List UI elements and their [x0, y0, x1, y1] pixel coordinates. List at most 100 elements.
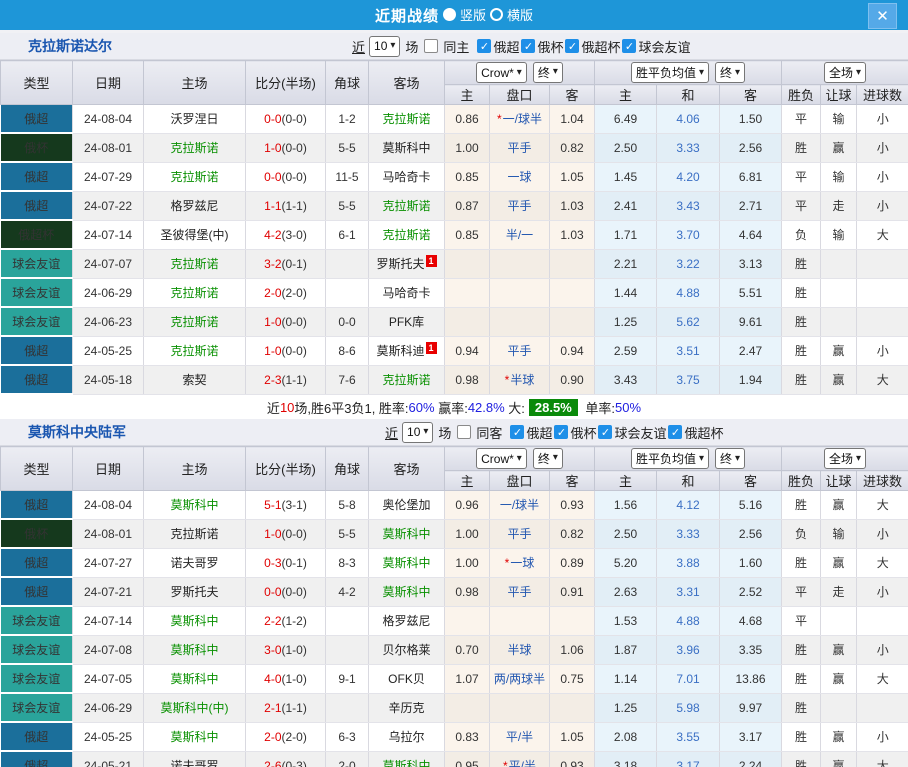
sub-column-header: 客	[720, 85, 782, 105]
handicap-result: 赢	[821, 491, 857, 520]
score: 2-2(1-2)	[246, 606, 326, 635]
halftime-score: (0-0)	[282, 527, 307, 541]
match-date: 24-05-25	[73, 722, 144, 751]
favorite-star-icon: *	[497, 112, 502, 126]
title-group: 近期战绩 竖版横版	[375, 5, 533, 26]
league-filter-checkbox[interactable]: ✓	[510, 425, 524, 439]
close-button[interactable]: ✕	[868, 3, 897, 29]
avg-time-select[interactable]: 终▾	[715, 448, 745, 469]
goals-result: 小	[857, 162, 908, 191]
avg-type-select-value: 胜平负均值	[636, 64, 696, 81]
match-result: 平	[782, 105, 821, 134]
goals-result	[857, 693, 908, 722]
section-header: 克拉斯诺达尔近10▾场同主✓俄超✓俄杯✓俄超杯✓球会友谊	[0, 33, 908, 60]
avg-home-odds: 3.18	[595, 751, 657, 767]
odds-time-select[interactable]: 终▾	[533, 448, 563, 469]
crow-away-odds: 0.89	[550, 548, 595, 577]
fulltime-score: 2-2	[264, 614, 281, 628]
handicap-text: 一球	[507, 170, 531, 184]
fulltime-score: 2-1	[264, 701, 281, 715]
league-badge: 球会友谊	[1, 278, 73, 307]
team-section: 克拉斯诺达尔近10▾场同主✓俄超✓俄杯✓俄超杯✓球会友谊类型日期主场比分(半场)…	[0, 33, 908, 419]
layout-radio-vertical[interactable]: 竖版	[443, 5, 486, 24]
scope-select[interactable]: 全场▾	[824, 448, 866, 469]
sub-column-header: 进球数	[857, 471, 908, 491]
odds-company-select[interactable]: Crow*▾	[476, 448, 527, 469]
match-date: 24-05-18	[73, 365, 144, 394]
score: 1-0(0-0)	[246, 519, 326, 548]
league-filter-checkbox[interactable]: ✓	[565, 39, 579, 53]
match-row: 球会友谊24-06-23克拉斯诺1-0(0-0)0-0PFK库1.255.629…	[1, 307, 908, 336]
handicap-text: 半球	[507, 643, 531, 657]
odds-company-select[interactable]: Crow*▾	[476, 62, 527, 83]
odds-company-group: Crow*▾ 终▾	[445, 447, 595, 471]
layout-radio-horizontal[interactable]: 横版	[490, 5, 533, 24]
league-badge: 俄超	[1, 191, 73, 220]
recent-count-select[interactable]: 10▾	[402, 422, 433, 443]
chevron-down-icon: ▾	[517, 454, 522, 464]
league-badge: 俄超	[1, 336, 73, 365]
layout-radio-label: 竖版	[460, 5, 486, 24]
chevron-down-icon: ▾	[423, 427, 428, 437]
league-filter-label: 俄超杯	[581, 37, 620, 56]
league-filter-checkbox[interactable]: ✓	[622, 39, 636, 53]
avg-time-select[interactable]: 终▾	[715, 62, 745, 83]
away-team-label: 马哈奇卡	[382, 286, 430, 300]
handicap-line: 平手	[490, 577, 550, 606]
avg-type-select[interactable]: 胜平负均值▾	[631, 448, 709, 469]
avg-draw-odds: 4.20	[657, 162, 720, 191]
recent-count-select-value: 10	[374, 39, 387, 53]
league-filter-checkbox[interactable]: ✓	[598, 425, 612, 439]
odds-time-select[interactable]: 终▾	[533, 62, 563, 83]
match-row: 俄杯24-08-01克拉斯诺1-0(0-0)5-5莫斯科中1.00平手0.822…	[1, 133, 908, 162]
avg-away-odds: 5.51	[720, 278, 782, 307]
scope-select[interactable]: 全场▾	[824, 62, 866, 83]
avg-away-odds: 13.86	[720, 664, 782, 693]
corner-score: 11-5	[326, 162, 369, 191]
fulltime-score: 1-0	[264, 344, 281, 358]
fulltime-score: 5-1	[264, 498, 281, 512]
corner-score: 1-2	[326, 105, 369, 134]
league-filter-label: 球会友谊	[614, 423, 666, 442]
league-filter-checkbox[interactable]: ✓	[477, 39, 491, 53]
recent-count-select[interactable]: 10▾	[369, 36, 400, 57]
handicap-result: 赢	[821, 133, 857, 162]
home-team: 罗斯托夫	[144, 577, 246, 606]
same-venue-checkbox[interactable]	[457, 425, 471, 439]
away-team: 贝尔格莱	[369, 635, 445, 664]
crow-away-odds: 1.03	[550, 220, 595, 249]
avg-odds-group: 胜平负均值▾ 终▾	[595, 61, 782, 85]
fulltime-score: 4-0	[264, 672, 281, 686]
avg-home-odds: 2.63	[595, 577, 657, 606]
handicap-text: 平/半	[509, 759, 536, 767]
odds-time-select-value: 终	[538, 64, 550, 81]
chevron-down-icon: ▾	[699, 68, 704, 78]
home-team-label: 克拉斯诺	[170, 170, 218, 184]
avg-draw-odds: 4.88	[657, 278, 720, 307]
league-filter-checkbox[interactable]: ✓	[668, 425, 682, 439]
goals-result: 大	[857, 548, 908, 577]
match-row: 俄超24-07-27诺夫哥罗0-3(0-1)8-3莫斯科中1.00*一球0.89…	[1, 548, 908, 577]
match-result: 负	[782, 220, 821, 249]
halftime-score: (3-0)	[282, 228, 307, 242]
halftime-score: (0-0)	[282, 141, 307, 155]
home-team-label: 克拉斯诺	[170, 527, 218, 541]
handicap-result: 输	[821, 220, 857, 249]
corner-score: 4-2	[326, 577, 369, 606]
league-filter-checkbox[interactable]: ✓	[521, 39, 535, 53]
league-filter-checkbox[interactable]: ✓	[554, 425, 568, 439]
avg-away-odds: 3.13	[720, 249, 782, 278]
handicap-line: *半球	[490, 365, 550, 394]
corner-score: 8-6	[326, 336, 369, 365]
same-venue-checkbox[interactable]	[424, 39, 438, 53]
avg-type-select[interactable]: 胜平负均值▾	[631, 62, 709, 83]
score: 3-0(1-0)	[246, 635, 326, 664]
handicap-result: 赢	[821, 548, 857, 577]
match-date: 24-06-29	[73, 278, 144, 307]
crow-home-odds: 0.70	[445, 635, 490, 664]
handicap-line: 半/一	[490, 220, 550, 249]
matches-table: 类型日期主场比分(半场)角球客场Crow*▾终▾胜平负均值▾终▾全场▾主盘口客主…	[0, 60, 908, 395]
sections-container: 克拉斯诺达尔近10▾场同主✓俄超✓俄杯✓俄超杯✓球会友谊类型日期主场比分(半场)…	[0, 33, 908, 767]
home-team-label: 莫斯科中	[170, 614, 218, 628]
league-filter-label: 俄杯	[537, 37, 563, 56]
